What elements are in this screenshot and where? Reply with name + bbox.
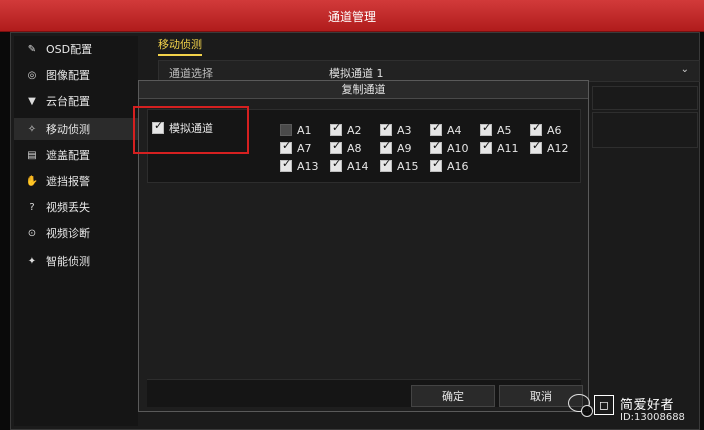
- sidebar-item-label: 视频诊断: [46, 227, 90, 240]
- sidebar-item-ptz[interactable]: ▼ 云台配置: [14, 90, 138, 112]
- checkbox-a9[interactable]: [380, 140, 392, 154]
- channel-label-a2: A2: [347, 123, 362, 137]
- channel-label-a8: A8: [347, 141, 362, 155]
- channel-label-a4: A4: [447, 123, 462, 137]
- sidebar-item-privacy-mask[interactable]: ▤ 遮盖配置: [14, 144, 138, 166]
- channel-label-a7: A7: [297, 141, 312, 155]
- checkbox-a10[interactable]: [430, 140, 442, 154]
- channel-label-a13: A13: [297, 159, 319, 173]
- sidebar-item-label: 云台配置: [46, 95, 90, 108]
- wechat-icon: [568, 394, 593, 417]
- sidebar-item-label: OSD配置: [46, 43, 93, 56]
- watermark-id: ID:13008688: [620, 412, 685, 423]
- channel-label-a6: A6: [547, 123, 562, 137]
- channel-label-a10: A10: [447, 141, 469, 155]
- checkbox-a16[interactable]: [430, 158, 442, 172]
- sidebar: ✎ OSD配置 ◎ 图像配置 ▼ 云台配置 ✧ 移动侦测 ▤ 遮盖配置 ✋ 遮挡…: [14, 36, 138, 426]
- channel-a6[interactable]: A6: [530, 122, 590, 138]
- checkbox-a4[interactable]: [430, 122, 442, 136]
- privacy-mask-icon: ▤: [27, 149, 37, 161]
- sidebar-item-label: 智能侦测: [46, 255, 90, 268]
- analog-channel-highlight: [133, 106, 249, 154]
- channel-select[interactable]: 通道选择 模拟通道 1 ⌄: [158, 60, 700, 82]
- diagnosis-icon: ⊙: [27, 227, 37, 239]
- brush-icon: ✎: [27, 43, 37, 55]
- background-panel: [592, 112, 698, 148]
- checkbox-a14[interactable]: [330, 158, 342, 172]
- channel-label-a12: A12: [547, 141, 569, 155]
- sidebar-item-label: 遮挡报警: [46, 175, 90, 188]
- channel-label-a15: A15: [397, 159, 419, 173]
- checkbox-a5[interactable]: [480, 122, 492, 136]
- checkbox-a13[interactable]: [280, 158, 292, 172]
- sidebar-item-label: 图像配置: [46, 69, 90, 82]
- checkbox-a11[interactable]: [480, 140, 492, 154]
- sidebar-item-label: 移动侦测: [46, 123, 90, 136]
- channel-label-a3: A3: [397, 123, 412, 137]
- background-panel: [592, 86, 698, 110]
- smart-detection-icon: ✦: [27, 255, 37, 267]
- sidebar-item-image[interactable]: ◎ 图像配置: [14, 64, 138, 86]
- channel-label-a14: A14: [347, 159, 369, 173]
- tab-motion-detection[interactable]: 移动侦测: [158, 36, 202, 56]
- image-icon: ◎: [27, 69, 37, 81]
- sidebar-item-label: 视频丢失: [46, 201, 90, 214]
- ok-button[interactable]: 确定: [411, 385, 495, 407]
- channel-label-a16: A16: [447, 159, 469, 173]
- channel-grid: A1 A2 A3 A4 A5 A6 A7 A8 A9 A10 A11: [280, 122, 600, 182]
- dialog-title: 复制通道: [139, 81, 588, 99]
- tamper-alarm-icon: ✋: [25, 175, 39, 187]
- checkbox-a15[interactable]: [380, 158, 392, 172]
- channel-label-a5: A5: [497, 123, 512, 137]
- checkbox-a1[interactable]: [280, 124, 292, 136]
- window-title: 通道管理: [327, 10, 376, 24]
- watermark: ◻ 简爱好者 ID:13008688: [568, 388, 704, 430]
- sidebar-item-tamper-alarm[interactable]: ✋ 遮挡报警: [14, 170, 138, 192]
- ptz-icon: ▼: [28, 95, 36, 107]
- brand-logo-icon: ◻: [594, 395, 614, 415]
- sidebar-item-osd[interactable]: ✎ OSD配置: [14, 38, 138, 60]
- motion-icon: ✧: [27, 123, 37, 135]
- checkbox-a6[interactable]: [530, 122, 542, 136]
- checkbox-a7[interactable]: [280, 140, 292, 154]
- checkbox-a8[interactable]: [330, 140, 342, 154]
- channel-label-a1: A1: [297, 123, 312, 137]
- channel-select-label: 通道选择: [169, 67, 213, 80]
- video-loss-icon: ?: [29, 201, 35, 213]
- channel-select-value: 模拟通道 1: [329, 67, 384, 80]
- channel-label-a11: A11: [497, 141, 519, 155]
- sidebar-item-smart-detection[interactable]: ✦ 智能侦测: [14, 250, 138, 272]
- checkbox-a3[interactable]: [380, 122, 392, 136]
- titlebar: 通道管理: [0, 0, 704, 32]
- checkbox-a12[interactable]: [530, 140, 542, 154]
- channel-a16[interactable]: A16: [430, 158, 490, 174]
- sidebar-item-video-loss[interactable]: ? 视频丢失: [14, 196, 138, 218]
- watermark-name: 简爱好者: [620, 398, 675, 413]
- sidebar-item-motion[interactable]: ✧ 移动侦测: [14, 118, 138, 140]
- channel-a12[interactable]: A12: [530, 140, 590, 156]
- channel-label-a9: A9: [397, 141, 412, 155]
- checkbox-a2[interactable]: [330, 122, 342, 136]
- sidebar-item-label: 遮盖配置: [46, 149, 90, 162]
- chevron-down-icon: ⌄: [680, 64, 689, 75]
- sidebar-item-diagnosis[interactable]: ⊙ 视频诊断: [14, 222, 138, 244]
